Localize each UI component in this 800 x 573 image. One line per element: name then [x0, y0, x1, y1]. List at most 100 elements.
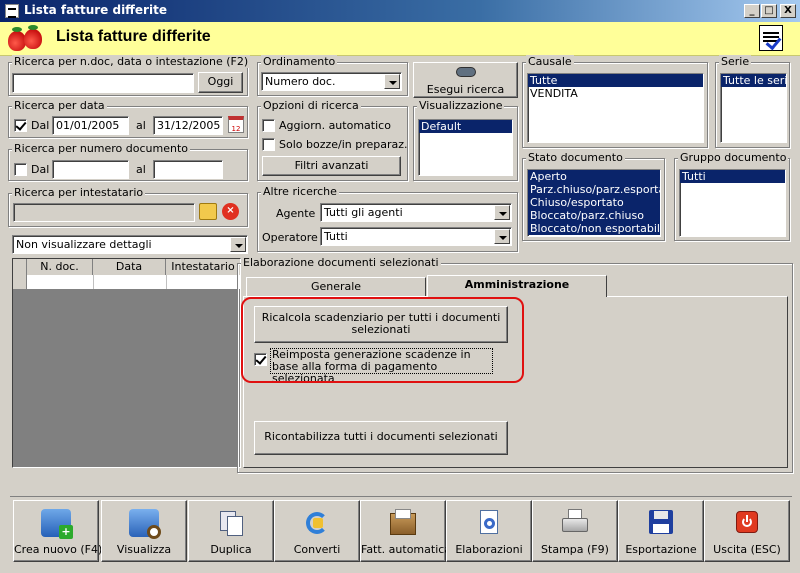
duplicate-button-label: Duplica	[210, 543, 252, 556]
documents-grid[interactable]: N. doc. Data Intestatario	[12, 258, 241, 468]
print-button-label: Stampa (F9)	[541, 543, 609, 556]
view-list[interactable]: Default	[418, 119, 513, 176]
operator-select[interactable]: Tutti	[320, 227, 512, 246]
number-to-input[interactable]	[153, 160, 223, 179]
doc-group-label: Gruppo documento	[678, 151, 789, 164]
auto-invoice-button-label: Fatt. automatica	[361, 543, 452, 556]
highlight-annotation	[241, 297, 524, 383]
tab-amministrazione[interactable]: Amministrazione	[427, 275, 607, 297]
serie-list[interactable]: Tutte le serie	[720, 73, 787, 143]
folder-icon[interactable]	[199, 203, 217, 220]
processing-button[interactable]: Elaborazioni	[446, 500, 532, 562]
list-item[interactable]: Default	[419, 120, 512, 133]
list-item[interactable]: Bloccato/non esportabile	[528, 222, 660, 235]
ordering-select-value: Numero doc.	[265, 75, 336, 88]
chevron-down-icon[interactable]	[494, 229, 510, 244]
convert-button-label: Converti	[293, 543, 341, 556]
ordering-select[interactable]: Numero doc.	[261, 72, 402, 91]
clear-icon[interactable]: ×	[222, 203, 239, 220]
search-doc-group: Ricerca per n.doc, data o intestazione (…	[8, 55, 251, 96]
list-item[interactable]: Parz.chiuso/parz.esportato	[528, 183, 660, 196]
search-date-label: Ricerca per data	[12, 99, 107, 112]
new-document-icon: +	[41, 509, 73, 539]
search-doc-label: Ricerca per n.doc, data o intestazione (…	[12, 55, 251, 68]
details-select[interactable]: Non visualizzare dettagli	[12, 235, 248, 254]
today-button[interactable]: Oggi	[198, 72, 243, 93]
view-button[interactable]: Visualizza	[101, 500, 187, 562]
export-button[interactable]: Esportazione	[618, 500, 704, 562]
ordering-group: Ordinamento Numero doc.	[257, 55, 408, 96]
grid-col-number[interactable]: N. doc.	[27, 259, 93, 275]
causale-list[interactable]: Tutte VENDITA	[527, 73, 704, 143]
grid-col-date[interactable]: Data	[93, 259, 166, 275]
list-item[interactable]: Tutte	[528, 74, 703, 87]
auto-invoice-button[interactable]: Fatt. automatica	[360, 500, 452, 562]
other-search-label: Altre ricerche	[261, 185, 339, 198]
date-filter-checkbox[interactable]	[14, 119, 27, 132]
close-button[interactable]: X	[780, 4, 796, 18]
search-doc-input[interactable]	[12, 73, 194, 93]
processing-icon	[474, 509, 504, 537]
grid-col-holder[interactable]: Intestatario	[166, 259, 240, 275]
chevron-down-icon[interactable]	[494, 205, 510, 220]
advanced-filters-button[interactable]: Filtri avanzati	[262, 156, 401, 176]
header-banner: Lista fatture differite	[0, 22, 800, 56]
new-button[interactable]: + Crea nuovo (F4)	[13, 500, 102, 562]
exit-button-label: Uscita (ESC)	[713, 543, 781, 556]
search-holder-group: Ricerca per intestatario ×	[8, 186, 248, 227]
serie-label: Serie	[719, 55, 752, 68]
holder-input[interactable]	[13, 203, 195, 222]
status-label: Stato documento	[526, 151, 625, 164]
window-title: Lista fatture differite	[24, 3, 167, 17]
number-from-input[interactable]	[52, 160, 129, 179]
page-title: Lista fatture differite	[56, 28, 211, 45]
table-row[interactable]	[13, 275, 240, 289]
drafts-only-checkbox[interactable]	[262, 138, 275, 151]
convert-icon	[302, 509, 332, 537]
list-item[interactable]: Tutti	[680, 170, 785, 183]
duplicate-button[interactable]: Duplica	[188, 500, 274, 562]
doc-group-list[interactable]: Tutti	[679, 169, 786, 237]
status-list[interactable]: Aperto Parz.chiuso/parz.esportato Chiuso…	[527, 169, 661, 237]
number-filter-checkbox[interactable]	[14, 163, 27, 176]
chevron-down-icon[interactable]	[384, 74, 400, 89]
app-icon	[5, 4, 19, 18]
list-item[interactable]: Aperto	[528, 170, 660, 183]
minimize-button[interactable]: _	[744, 4, 760, 18]
maximize-button[interactable]: □	[761, 4, 777, 18]
other-search-group: Altre ricerche Agente : Tutti gli agenti…	[257, 185, 518, 252]
grid-header: N. doc. Data Intestatario	[13, 259, 240, 275]
list-item[interactable]: VENDITA	[528, 87, 703, 100]
auto-update-checkbox[interactable]	[262, 119, 275, 132]
view-label: Visualizzazione	[417, 99, 505, 112]
doc-group-group: Gruppo documento Tutti	[674, 151, 790, 241]
search-number-group: Ricerca per numero documento Dal al	[8, 142, 248, 181]
grid-corner	[13, 259, 27, 275]
details-select-value: Non visualizzare dettagli	[16, 238, 152, 251]
date-from-input[interactable]: 01/01/2005	[52, 116, 129, 135]
exit-button[interactable]: Uscita (ESC)	[704, 500, 790, 562]
run-search-button[interactable]: Esegui ricerca	[413, 62, 518, 98]
list-item[interactable]: Bloccato/parz.chiuso	[528, 209, 660, 222]
agent-select[interactable]: Tutti gli agenti	[320, 203, 512, 222]
convert-button[interactable]: Converti	[274, 500, 360, 562]
chevron-down-icon[interactable]	[230, 237, 246, 252]
search-options-group: Opzioni di ricerca Aggiorn. automatico S…	[257, 99, 408, 181]
calendar-icon[interactable]: 12	[228, 116, 244, 133]
view-document-icon	[129, 509, 161, 539]
processing-button-label: Elaborazioni	[455, 543, 523, 556]
strawberry-icon	[24, 25, 42, 49]
date-from-label: Dal	[31, 119, 50, 132]
floppy-icon	[646, 509, 676, 537]
checklist-icon[interactable]	[759, 25, 783, 51]
repost-documents-button[interactable]: Ricontabilizza tutti i documenti selezio…	[254, 421, 508, 455]
list-item[interactable]: Chiuso/esportato	[528, 196, 660, 209]
print-button[interactable]: Stampa (F9)	[532, 500, 618, 562]
window-titlebar: Lista fatture differite _ □ X	[0, 0, 800, 22]
list-item[interactable]: Tutte le serie	[721, 74, 786, 87]
ordering-label: Ordinamento	[261, 55, 338, 68]
tab-generale[interactable]: Generale	[246, 277, 426, 297]
date-to-input[interactable]: 31/12/2005	[153, 116, 223, 135]
operator-label: Operatore :	[262, 231, 325, 244]
auto-update-label: Aggiorn. automatico	[279, 119, 391, 132]
